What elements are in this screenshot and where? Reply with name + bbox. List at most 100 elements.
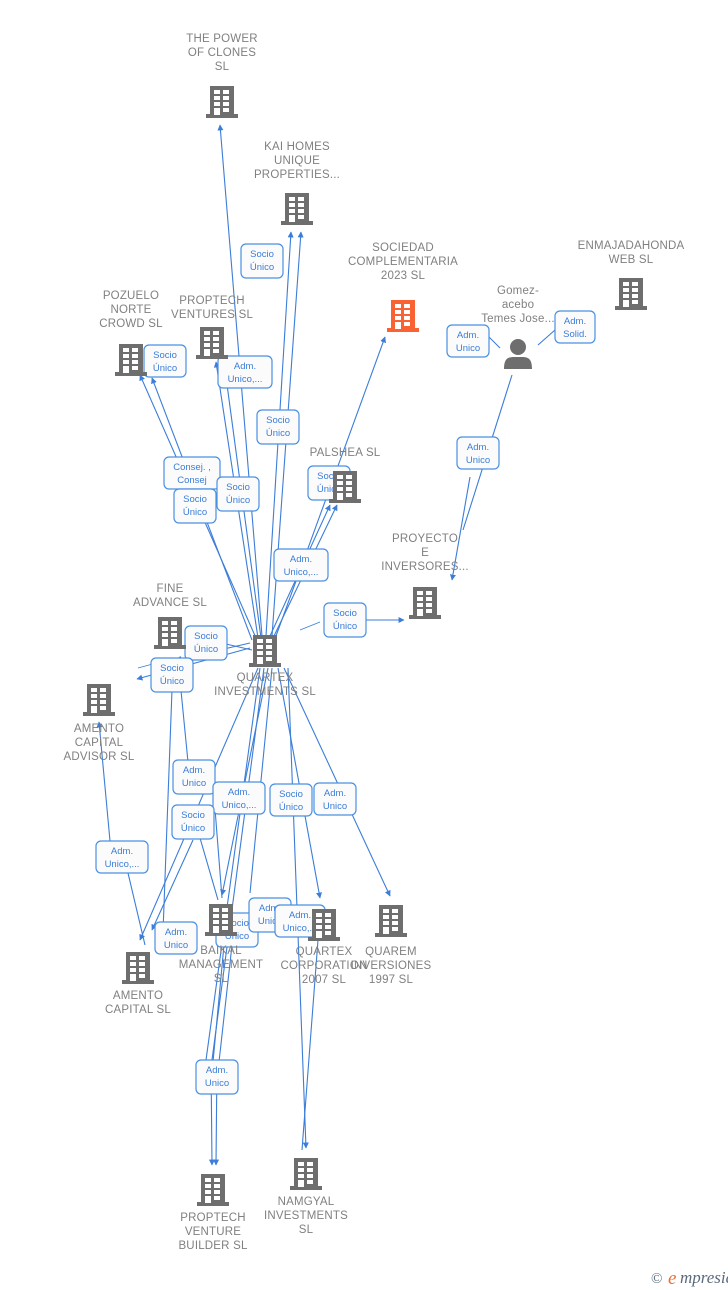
edge-tag-line: Único — [266, 428, 290, 439]
building-icon — [122, 952, 154, 984]
node-label-line: VENTURES SL — [171, 309, 253, 321]
node-label-line: QUARTEX — [296, 946, 353, 958]
node-label-line: INVESTMENTS SL — [214, 686, 316, 698]
edge-tag-t8[interactable]: Consej. , Consej — [163, 456, 221, 490]
node-label: POZUELO NORTE CROWD SL — [99, 290, 163, 330]
building-icon — [83, 684, 115, 716]
edge-tag-t14[interactable]: Socio Único — [184, 625, 228, 661]
node-label-line: OF CLONES — [188, 47, 256, 59]
node-label: THE POWER OF CLONES SL — [186, 33, 257, 73]
edge-tag-t2[interactable]: Socio Único — [143, 344, 187, 378]
node-label-line: PROPERTIES... — [254, 169, 340, 181]
edge-tag-connector-fine — [225, 643, 253, 651]
edge-tag-line: Adm. — [206, 1065, 228, 1076]
node-label-line: UNIQUE — [274, 155, 320, 167]
edge-tag-t12[interactable]: Adm. Unico,... — [273, 548, 329, 582]
edge-tag-line: Adm. — [290, 554, 312, 565]
building-icon — [308, 909, 340, 941]
building-icon — [249, 635, 281, 667]
building-icon — [154, 617, 186, 649]
edge-tag-t18[interactable]: Socio Único — [269, 783, 313, 817]
edge-tag-line: Socio — [266, 415, 290, 426]
edge-tag-line: Único — [160, 676, 184, 687]
node-label: AMENTO CAPITAL ADVISOR SL — [63, 723, 134, 763]
node-label-line: QUARTEX — [237, 672, 294, 684]
node-label: PROYECTO E INVERSORES... — [381, 533, 468, 573]
graph-node-proyecto_e[interactable]: PROYECTO E INVERSORES... — [381, 533, 469, 619]
graph-node-namgyal[interactable]: NAMGYAL INVESTMENTS SL — [264, 1158, 348, 1236]
edge-tag-t17[interactable]: Adm. Unico,... — [212, 781, 266, 815]
edge-tag-t20[interactable]: Socio Único — [171, 804, 215, 840]
graph-node-sociedad_comp[interactable]: SOCIEDAD COMPLEMENTARIA 2023 SL — [348, 242, 458, 332]
building-icon — [196, 327, 228, 359]
node-label-line: CAPITAL — [75, 737, 124, 749]
footer-branding: © e mpresia — [651, 1268, 728, 1289]
node-label: KAI HOMES UNIQUE PROPERTIES... — [254, 141, 340, 181]
empresia-logo-text: mpresia — [680, 1268, 728, 1287]
edge-tag-t9[interactable]: Socio Único — [216, 476, 260, 512]
edge-tag-line: Unico — [456, 343, 480, 354]
building-icon — [197, 1174, 229, 1206]
node-label: AMENTO CAPITAL SL — [105, 990, 171, 1016]
edge-tag-t3[interactable]: Adm. Unico,... — [217, 355, 273, 389]
building-icon — [375, 905, 407, 937]
edge-tag-t7[interactable]: Adm. Unico — [456, 436, 500, 470]
edge-tag-t10[interactable]: Socio Único — [173, 488, 217, 524]
node-label-line: Gomez- — [497, 285, 539, 297]
node-label: ENMAJADAHONDA WEB SL — [578, 240, 685, 266]
node-label-line: FINE — [157, 583, 184, 595]
graph-node-proptech_vb[interactable]: PROPTECH VENTURE BUILDER SL — [178, 1174, 248, 1252]
edge-tag-t5[interactable]: Adm. Solid. — [554, 310, 596, 344]
node-label: PALSHEA SL — [310, 447, 381, 459]
edge-tag-line: Unico — [182, 778, 206, 789]
edge-tag-line: Socio — [333, 608, 357, 619]
graph-node-amento_cap[interactable]: AMENTO CAPITAL SL — [105, 952, 171, 1016]
edge-tag-line: Consej — [177, 475, 207, 486]
graph-node-enmajadahonda[interactable]: ENMAJADAHONDA WEB SL — [578, 240, 685, 310]
edge-tag-line: Adm. — [457, 330, 479, 341]
edge-tag-line: Socio — [194, 631, 218, 642]
edge-tag-t22[interactable]: Adm. Unico — [154, 921, 198, 955]
node-label-line: KAI HOMES — [264, 141, 330, 153]
node-label-line: Temes Jose... — [481, 313, 555, 325]
graph-node-amento_adv[interactable]: AMENTO CAPITAL ADVISOR SL — [63, 684, 135, 763]
edge-tag-line: Adm. — [228, 787, 250, 798]
edge-tag-line: Unico,... — [284, 567, 319, 578]
edge-to-quartex-corp — [277, 667, 322, 899]
graph-node-quarem[interactable]: QUAREM INVERSIONES 1997 SL — [351, 905, 432, 986]
edge-tag-t16[interactable]: Adm. Unico — [172, 759, 216, 795]
edge-tag-t13[interactable]: Socio Único — [323, 602, 367, 638]
edge-tag-t4[interactable]: Adm. Unico — [446, 324, 490, 358]
node-label-line: SL — [215, 61, 230, 73]
edge-tag-t15[interactable]: Socio Único — [150, 657, 194, 693]
edge-tag-line: Adm. — [111, 846, 133, 857]
edge-tag-line: Socio — [279, 789, 303, 800]
node-label-line: NAMGYAL — [278, 1196, 335, 1208]
edge-tag-t21[interactable]: Adm. Unico,... — [95, 840, 149, 874]
edge-tag-t26[interactable]: Adm. Unico — [195, 1059, 239, 1095]
edge-tag-line: Único — [153, 363, 177, 374]
building-icon — [281, 193, 313, 225]
edge-tag-t19[interactable]: Adm. Unico — [313, 782, 357, 816]
edge-tag-line: Unico,... — [222, 800, 257, 811]
graph-node-kai_homes[interactable]: KAI HOMES UNIQUE PROPERTIES... — [254, 141, 340, 225]
edge-tag-line: Único — [183, 507, 207, 518]
edge-to-quarem — [283, 667, 391, 897]
node-label-line: THE POWER — [186, 33, 257, 45]
edge-tag-t1[interactable]: Socio Único — [240, 243, 284, 279]
edge-tag-line: Adm. — [564, 316, 586, 327]
graph-node-power_clones[interactable]: THE POWER OF CLONES SL — [186, 33, 258, 118]
edge-tag-t6[interactable]: Socio Único — [256, 409, 300, 445]
node-label-line: CAPITAL SL — [105, 1004, 171, 1016]
edge-tag-line: Unico — [164, 940, 188, 951]
node-label-line: CROWD SL — [99, 318, 163, 330]
graph-node-gomezacebo[interactable]: Gomez-acebo Temes Jose... — [481, 285, 555, 369]
edge-tag-line: Socio — [226, 482, 250, 493]
edge-tag-line: Único — [226, 495, 250, 506]
building-icon — [615, 278, 647, 310]
building-icon — [387, 300, 419, 332]
node-label: NAMGYAL INVESTMENTS SL — [264, 1196, 348, 1236]
building-icon — [409, 587, 441, 619]
node-label: QUARTEX INVESTMENTS SL — [214, 672, 316, 698]
node-label-line: 2007 SL — [302, 974, 347, 986]
